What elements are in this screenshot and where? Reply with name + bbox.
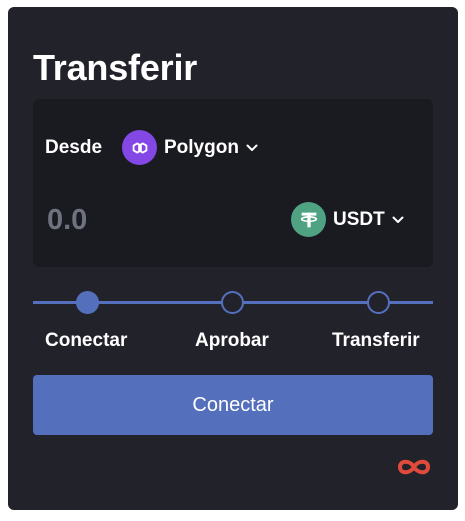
step-indicator-transfer: [367, 291, 390, 314]
step-label-transfer: Transferir: [332, 330, 420, 351]
infinity-logo-icon: [394, 455, 434, 484]
connect-button[interactable]: Conectar: [33, 375, 433, 435]
network-label: Polygon: [164, 136, 239, 158]
amount-input[interactable]: [47, 200, 227, 240]
step-indicator-approve: [221, 291, 244, 314]
polygon-logo-icon: [122, 130, 157, 165]
transfer-panel: Desde Polygon USDT: [33, 99, 433, 267]
network-selector[interactable]: Polygon: [122, 130, 258, 165]
chevron-down-icon: [246, 144, 258, 152]
token-label: USDT: [333, 208, 385, 230]
source-label: Desde: [45, 137, 103, 158]
progress-stepper: Conectar Aprobar Transferir: [33, 290, 433, 360]
step-indicator-connect: [76, 291, 99, 314]
chevron-down-icon: [392, 216, 404, 224]
tether-logo-icon: [291, 202, 326, 237]
step-label-connect: Conectar: [45, 330, 128, 351]
token-selector[interactable]: USDT: [291, 202, 404, 237]
transfer-widget: Transferir Desde Polygon 0.0 USDT Conect…: [8, 7, 458, 510]
step-label-approve: Aprobar: [195, 330, 269, 351]
page-title: Transferir: [33, 47, 198, 88]
